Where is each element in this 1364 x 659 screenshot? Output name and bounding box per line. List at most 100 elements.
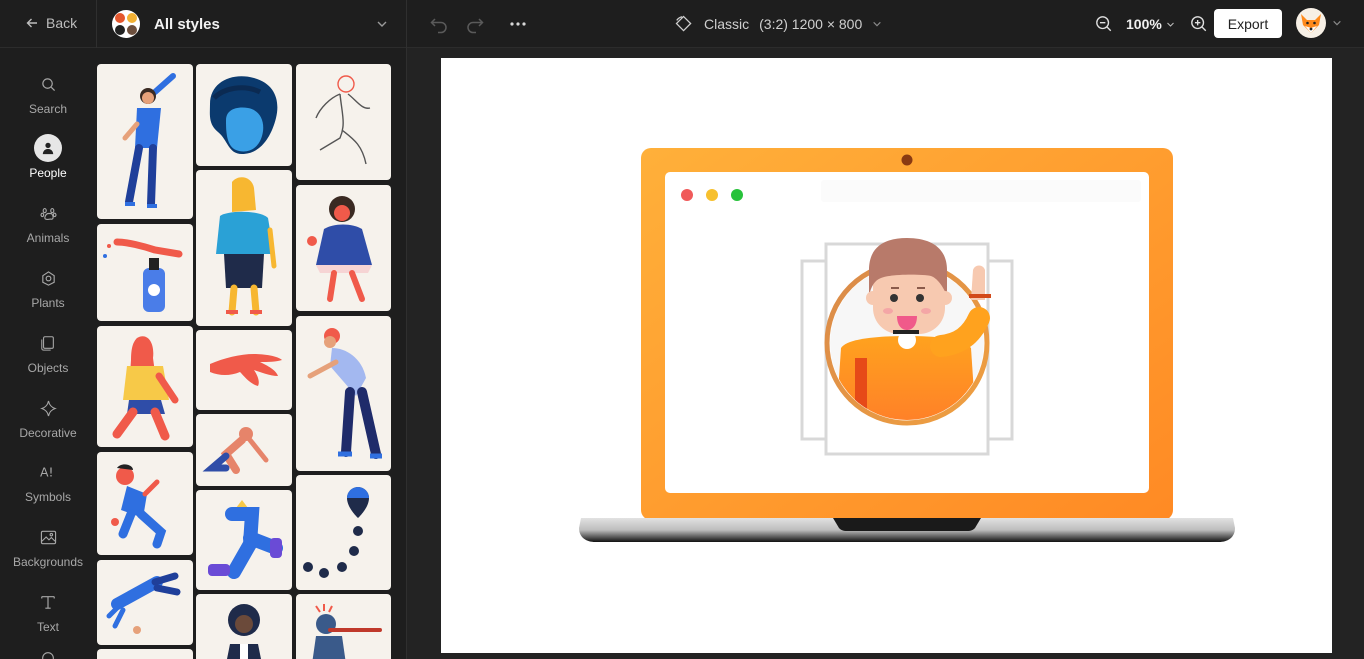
- illustration-card[interactable]: [97, 560, 193, 645]
- nav-item-backgrounds[interactable]: Backgrounds: [0, 523, 96, 579]
- text-icon: [41, 596, 55, 609]
- illustration-card[interactable]: [296, 64, 391, 180]
- nav-item-more[interactable]: [0, 650, 96, 659]
- sparkle-icon: [39, 400, 57, 416]
- nav-item-label: Plants: [31, 296, 65, 310]
- illustration-card[interactable]: [196, 594, 292, 659]
- undo-icon: [430, 18, 447, 34]
- objects-icon: [41, 336, 54, 351]
- nav-item-search[interactable]: Search: [0, 70, 96, 126]
- rotate-canvas-icon: [675, 15, 692, 32]
- nav-item-decorative[interactable]: Decorative: [0, 394, 96, 450]
- diving-person-illustration: [106, 572, 181, 634]
- redo-button[interactable]: [464, 13, 486, 35]
- hand-sanitizer-illustration: [103, 238, 183, 312]
- chevron-down-icon: [1166, 22, 1174, 27]
- nav-item-people[interactable]: People: [0, 134, 96, 190]
- search-icon: [41, 77, 55, 91]
- plant-icon: [41, 270, 55, 286]
- illustration-card[interactable]: [196, 64, 292, 166]
- woman-blue-sweater-illustration: [216, 177, 277, 316]
- zoom-level: 100%: [1126, 16, 1162, 32]
- canvas-stage: [407, 48, 1364, 659]
- nav-item-text[interactable]: Text: [0, 588, 96, 644]
- illustration-card[interactable]: [97, 224, 193, 321]
- back-label: Back: [46, 15, 78, 31]
- symbols-icon: A!: [40, 464, 54, 479]
- zoom-in-button[interactable]: [1189, 14, 1209, 34]
- soldier-illustration: [312, 604, 382, 659]
- nav-item-label: Backgrounds: [12, 555, 84, 569]
- chevron-down-icon: [377, 21, 387, 27]
- woman-polka-dress-illustration: [307, 196, 372, 302]
- nav-item-symbols[interactable]: A! Symbols: [0, 458, 96, 514]
- crouching-person-illustration: [202, 427, 269, 474]
- back-button[interactable]: Back: [26, 15, 77, 31]
- more-options-button[interactable]: [507, 13, 529, 35]
- image-icon: [40, 530, 56, 544]
- illustration-card[interactable]: [296, 475, 391, 590]
- curly-hair-person-illustration: [227, 604, 261, 659]
- nav-item-label: Objects: [27, 361, 69, 375]
- svg-text:A!: A!: [40, 464, 54, 479]
- paw-icon: [39, 207, 57, 220]
- canvas-label: Classic: [704, 16, 750, 32]
- style-title: All styles: [154, 15, 220, 33]
- location-path-dots-illustration: [303, 487, 369, 578]
- fox-avatar-icon: [1296, 8, 1326, 38]
- illustration-card[interactable]: [296, 316, 391, 471]
- nav-item-label: Symbols: [24, 490, 71, 504]
- category-nav: Search People Animals Plants Objects Dec…: [0, 48, 96, 659]
- person-icon: [42, 142, 54, 155]
- walking-person-yellow-illustration: [112, 336, 179, 441]
- red-hand-illustration: [210, 354, 282, 386]
- illustration-card[interactable]: [196, 414, 292, 486]
- zoom-out-icon: [1096, 16, 1112, 32]
- profile-menu[interactable]: [1296, 8, 1342, 38]
- nav-item-label: Text: [36, 620, 59, 634]
- zoom-level-select[interactable]: 100%: [1126, 16, 1175, 32]
- style-selector[interactable]: All styles: [112, 9, 392, 39]
- divider: [96, 0, 97, 48]
- artboard[interactable]: [441, 58, 1332, 653]
- nav-item-label: Search: [28, 102, 68, 116]
- zoom-in-icon: [1190, 16, 1207, 32]
- illustration-card[interactable]: [296, 594, 391, 659]
- illustration-card[interactable]: [196, 490, 292, 590]
- more-horizontal-icon: [510, 22, 526, 26]
- illustration-card[interactable]: [296, 185, 391, 311]
- zoom-controls: 100%: [1094, 13, 1209, 35]
- nav-item-plants[interactable]: Plants: [0, 264, 96, 320]
- zoom-out-button[interactable]: [1094, 14, 1114, 34]
- more-category-icon: [42, 652, 54, 659]
- illustration-card[interactable]: [97, 326, 193, 447]
- nav-item-objects[interactable]: Objects: [0, 329, 96, 385]
- blue-hair-head-illustration: [209, 76, 278, 154]
- chevron-down-icon: [873, 21, 882, 27]
- illustration-card[interactable]: [97, 64, 193, 219]
- nav-item-label: Decorative: [19, 426, 77, 440]
- nav-item-animals[interactable]: Animals: [0, 199, 96, 255]
- running-person-blue-illustration: [111, 464, 167, 549]
- canvas-ratio: (3:2) 1200 × 800: [759, 16, 863, 32]
- canvas-size-selector[interactable]: Classic (3:2) 1200 × 800: [674, 13, 882, 35]
- editor-app: Back All styles Classic (3:2) 1200 × 800…: [0, 0, 1364, 659]
- nav-item-label: Animals: [26, 231, 70, 245]
- illustration-gallery: [96, 48, 406, 659]
- style-avatar-icon: [112, 10, 140, 38]
- chevron-down-icon: [1333, 20, 1341, 26]
- export-button[interactable]: Export: [1214, 9, 1282, 38]
- redo-icon: [467, 18, 484, 34]
- illustration-card[interactable]: [97, 649, 193, 659]
- illustration-card[interactable]: [196, 330, 292, 410]
- undo-button[interactable]: [428, 13, 450, 35]
- laptop-profile-illustration: [579, 148, 1235, 542]
- line-art-runner-illustration: [315, 75, 371, 165]
- arrow-left-icon: [26, 18, 37, 28]
- nav-item-label: People: [29, 166, 67, 180]
- man-pointing-up-illustration: [122, 73, 176, 208]
- woman-bending-illustration: [307, 328, 382, 459]
- illustration-card[interactable]: [97, 452, 193, 555]
- top-bar: Back All styles Classic (3:2) 1200 × 800…: [0, 0, 1364, 48]
- illustration-card[interactable]: [196, 170, 292, 326]
